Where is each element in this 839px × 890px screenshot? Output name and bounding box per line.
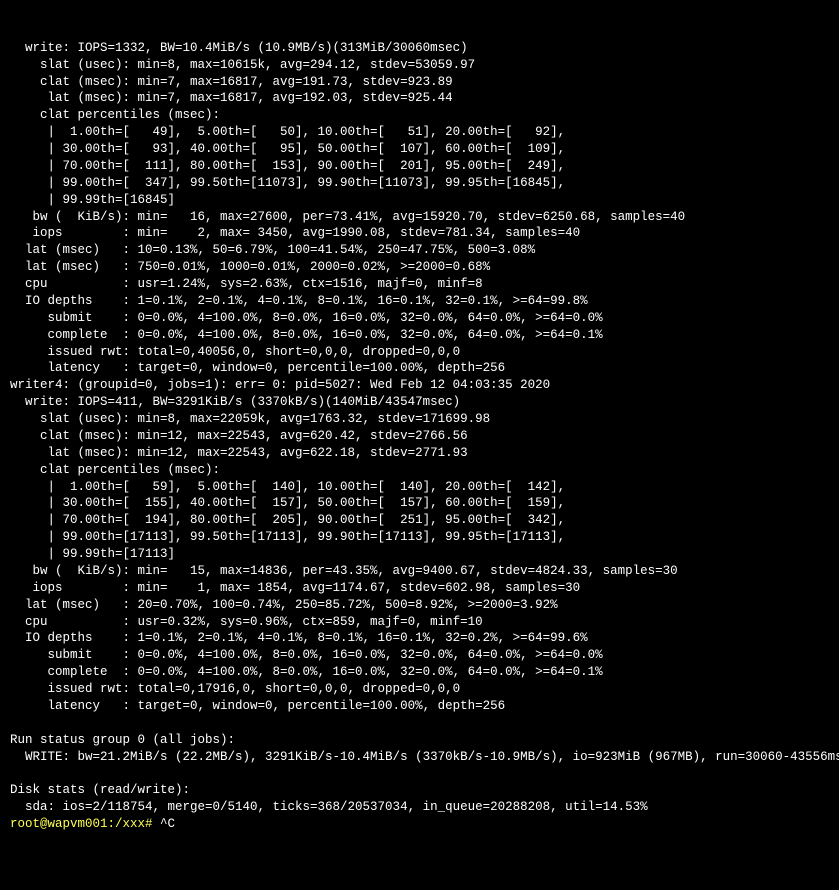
output-line: clat percentiles (msec): [10,108,220,122]
output-line: cpu : usr=0.32%, sys=0.96%, ctx=859, maj… [10,615,483,629]
output-line: lat (msec): min=7, max=16817, avg=192.03… [10,91,453,105]
output-line: submit : 0=0.0%, 4=100.0%, 8=0.0%, 16=0.… [10,311,603,325]
output-line: clat percentiles (msec): [10,463,220,477]
output-line: | 70.00th=[ 111], 80.00th=[ 153], 90.00t… [10,159,565,173]
output-line: | 30.00th=[ 155], 40.00th=[ 157], 50.00t… [10,496,565,510]
output-line: issued rwt: total=0,40056,0, short=0,0,0… [10,345,460,359]
output-line: complete : 0=0.0%, 4=100.0%, 8=0.0%, 16=… [10,665,603,679]
output-line: slat (usec): min=8, max=10615k, avg=294.… [10,58,475,72]
output-line: IO depths : 1=0.1%, 2=0.1%, 4=0.1%, 8=0.… [10,294,588,308]
output-line: clat (msec): min=7, max=16817, avg=191.7… [10,75,453,89]
output-line: | 30.00th=[ 93], 40.00th=[ 95], 50.00th=… [10,142,565,156]
output-line: latency : target=0, window=0, percentile… [10,699,505,713]
output-line: slat (usec): min=8, max=22059k, avg=1763… [10,412,490,426]
output-line: iops : min= 1, max= 1854, avg=1174.67, s… [10,581,580,595]
output-line: bw ( KiB/s): min= 15, max=14836, per=43.… [10,564,678,578]
output-line: write: IOPS=411, BW=3291KiB/s (3370kB/s)… [10,395,460,409]
output-line: iops : min= 2, max= 3450, avg=1990.08, s… [10,226,580,240]
output-line: lat (msec) : 750=0.01%, 1000=0.01%, 2000… [10,260,490,274]
output-line: sda: ios=2/118754, merge=0/5140, ticks=3… [10,800,648,814]
output-line: bw ( KiB/s): min= 16, max=27600, per=73.… [10,210,685,224]
output-line: | 99.99th=[17113] [10,547,175,561]
output-line: IO depths : 1=0.1%, 2=0.1%, 4=0.1%, 8=0.… [10,631,588,645]
output-line: writer4: (groupid=0, jobs=1): err= 0: pi… [10,378,550,392]
shell-prompt: root@wapvm001:/xxx# [10,817,153,831]
output-line: Disk stats (read/write): [10,783,190,797]
terminal-output: write: IOPS=1332, BW=10.4MiB/s (10.9MB/s… [10,40,829,833]
output-line: lat (msec) : 20=0.70%, 100=0.74%, 250=85… [10,598,558,612]
output-line: | 1.00th=[ 59], 5.00th=[ 140], 10.00th=[… [10,480,565,494]
output-line: | 1.00th=[ 49], 5.00th=[ 50], 10.00th=[ … [10,125,565,139]
output-line: | 70.00th=[ 194], 80.00th=[ 205], 90.00t… [10,513,565,527]
output-line: latency : target=0, window=0, percentile… [10,361,505,375]
output-line: complete : 0=0.0%, 4=100.0%, 8=0.0%, 16=… [10,328,603,342]
output-line: Run status group 0 (all jobs): [10,733,235,747]
output-line: | 99.00th=[ 347], 99.50th=[11073], 99.90… [10,176,565,190]
output-line: | 99.99th=[16845] [10,193,175,207]
output-line: lat (msec): min=12, max=22543, avg=622.1… [10,446,468,460]
command-input[interactable]: ^C [153,817,176,831]
output-line: submit : 0=0.0%, 4=100.0%, 8=0.0%, 16=0.… [10,648,603,662]
output-line: issued rwt: total=0,17916,0, short=0,0,0… [10,682,460,696]
output-line: lat (msec) : 10=0.13%, 50=6.79%, 100=41.… [10,243,535,257]
output-line: write: IOPS=1332, BW=10.4MiB/s (10.9MB/s… [10,41,468,55]
output-line: clat (msec): min=12, max=22543, avg=620.… [10,429,468,443]
output-line: WRITE: bw=21.2MiB/s (22.2MB/s), 3291KiB/… [10,750,839,764]
output-line: | 99.00th=[17113], 99.50th=[17113], 99.9… [10,530,565,544]
output-line: cpu : usr=1.24%, sys=2.63%, ctx=1516, ma… [10,277,483,291]
